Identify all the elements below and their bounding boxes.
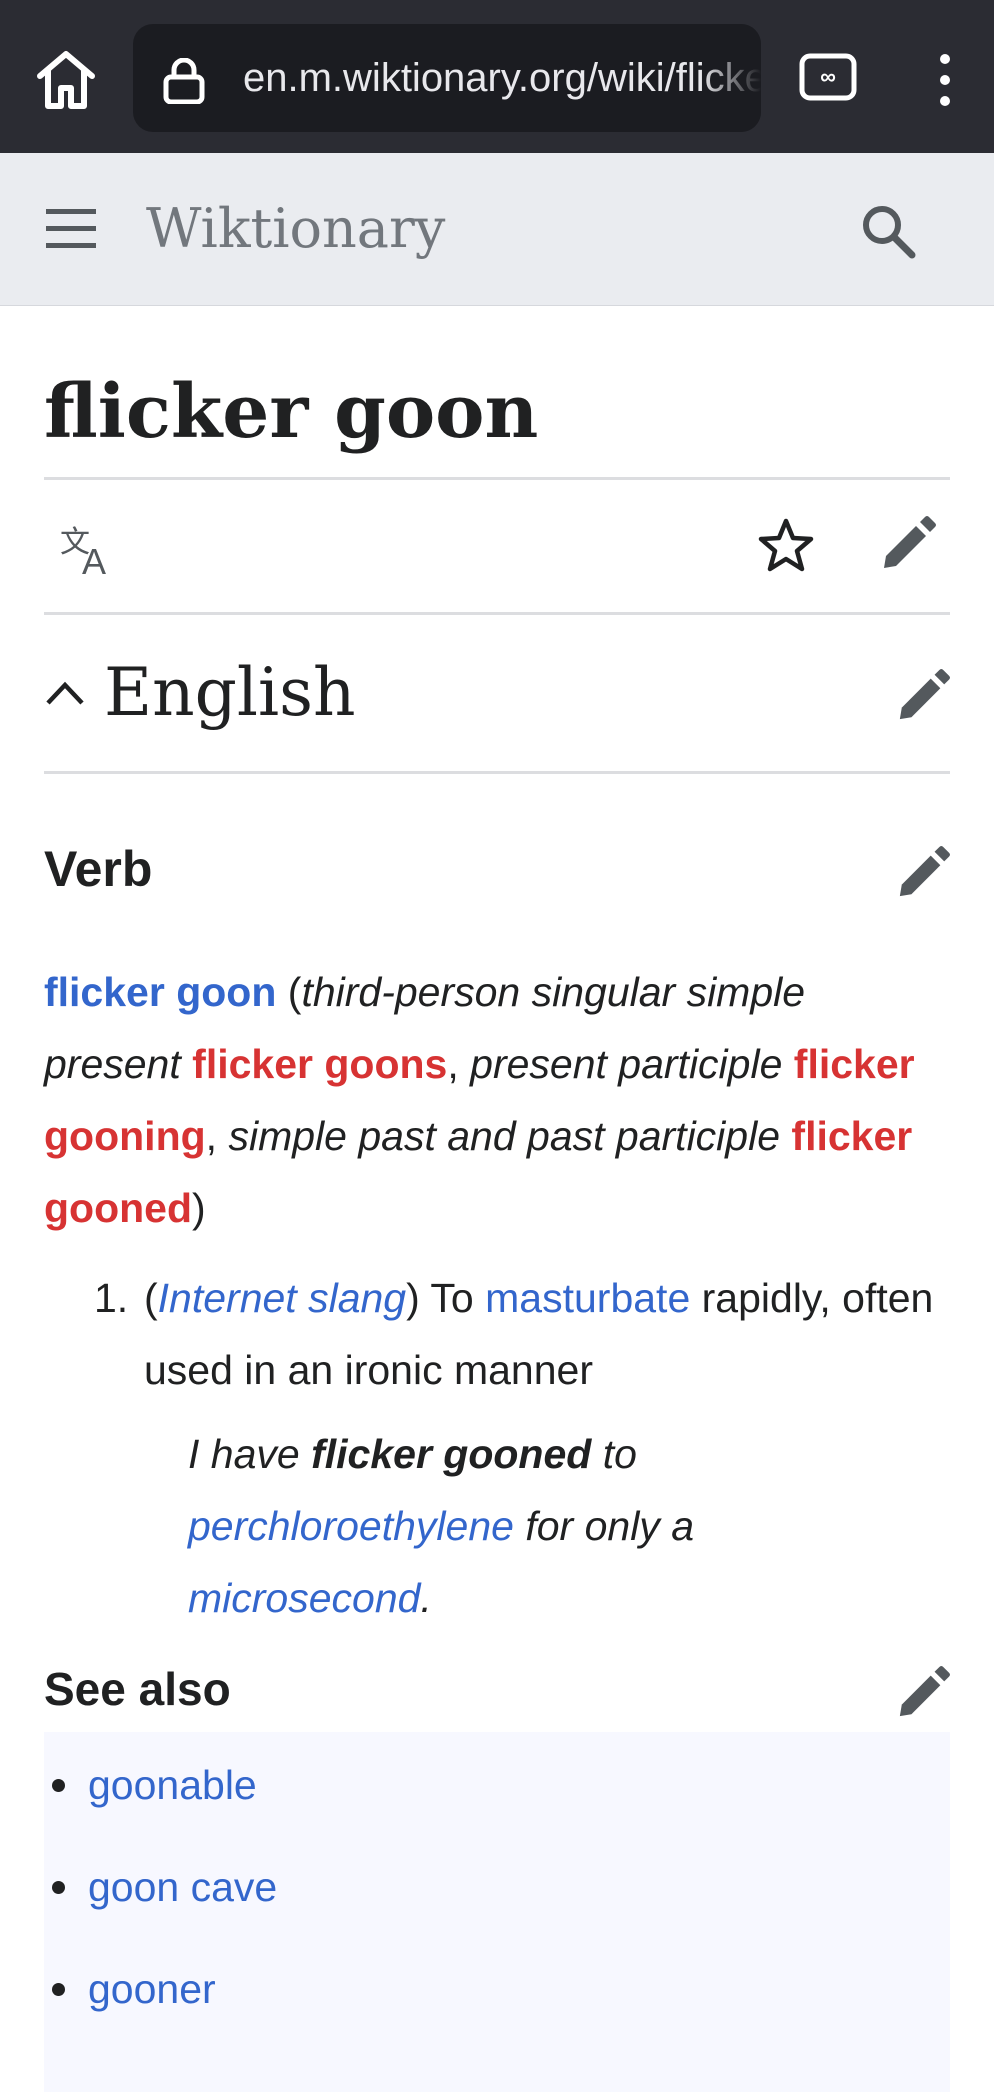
hamburger-icon[interactable] bbox=[44, 205, 98, 251]
see-also-heading-row: See also bbox=[44, 1646, 950, 1732]
example-text: to bbox=[602, 1431, 637, 1477]
site-logo[interactable]: Wiktionary bbox=[146, 153, 445, 305]
form2-label: present participle bbox=[470, 1041, 783, 1087]
example-bold: flicker gooned bbox=[311, 1431, 592, 1477]
tabs-icon[interactable]: ∞ bbox=[798, 52, 858, 102]
verb-heading: Verb bbox=[44, 841, 153, 897]
form3-label: simple past and past participle bbox=[228, 1113, 781, 1159]
chevron-up-icon[interactable] bbox=[44, 677, 86, 707]
search-icon[interactable] bbox=[860, 203, 916, 259]
page-title: flicker goon bbox=[44, 305, 950, 480]
list-item: goon cave bbox=[44, 1848, 950, 1950]
url-fade bbox=[701, 24, 761, 132]
see-also-list: goonable goon cave gooner bbox=[44, 1732, 950, 2092]
page-content: flicker goon 文 A English Verb flicker go bbox=[44, 305, 950, 2092]
browser-toolbar: en.m.wiktionary.org/wiki/flicker_goon ∞ bbox=[0, 0, 994, 153]
label-open: ( bbox=[144, 1275, 158, 1321]
edit-icon[interactable] bbox=[896, 846, 950, 900]
edit-icon[interactable] bbox=[880, 516, 936, 572]
page-actions: 文 A bbox=[44, 480, 950, 615]
see-also-link[interactable]: goon cave bbox=[88, 1864, 277, 1910]
url-text[interactable]: en.m.wiktionary.org/wiki/flicker_goon bbox=[243, 24, 761, 132]
menu-icon[interactable] bbox=[925, 52, 965, 108]
headword-link[interactable]: flicker goon bbox=[44, 969, 276, 1015]
svg-text:∞: ∞ bbox=[820, 64, 836, 89]
list-item: goonable bbox=[44, 1746, 950, 1848]
headword-line: flicker goon (third-person singular simp… bbox=[44, 956, 950, 1244]
form1-link[interactable]: flicker goons bbox=[192, 1041, 447, 1087]
section-title: English bbox=[104, 654, 356, 731]
edit-icon[interactable] bbox=[896, 1666, 950, 1720]
address-bar[interactable]: en.m.wiktionary.org/wiki/flicker_goon bbox=[133, 24, 761, 132]
definition-link[interactable]: masturbate bbox=[485, 1275, 690, 1321]
language-icon[interactable]: 文 A bbox=[58, 522, 118, 578]
separator: , bbox=[205, 1113, 218, 1159]
star-icon[interactable] bbox=[756, 516, 816, 576]
edit-icon[interactable] bbox=[896, 669, 950, 723]
definition-number: 1. bbox=[94, 1275, 129, 1321]
see-also-heading: See also bbox=[44, 1663, 231, 1715]
see-also-link[interactable]: goonable bbox=[88, 1762, 257, 1808]
usage-example: I have flicker gooned to perchloroethylen… bbox=[188, 1418, 950, 1634]
example-text: for only a bbox=[525, 1503, 695, 1549]
example-text: . bbox=[420, 1575, 432, 1621]
open-paren: ( bbox=[287, 969, 302, 1015]
label-close: ) bbox=[406, 1275, 420, 1321]
see-also-link[interactable]: gooner bbox=[88, 1966, 216, 2012]
example-link[interactable]: microsecond bbox=[188, 1575, 420, 1621]
definition-item: 1. (Internet slang) To masturbate rapidly… bbox=[44, 1262, 950, 1406]
lock-icon[interactable] bbox=[163, 58, 205, 104]
label-link[interactable]: Internet slang bbox=[158, 1275, 406, 1321]
svg-text:A: A bbox=[82, 541, 106, 578]
verb-heading-row: Verb bbox=[44, 774, 950, 924]
close-paren: ) bbox=[192, 1185, 206, 1231]
example-text: I have bbox=[188, 1431, 300, 1477]
definition-list: 1. (Internet slang) To masturbate rapidly… bbox=[44, 1262, 950, 1406]
home-icon[interactable] bbox=[30, 44, 102, 116]
separator: , bbox=[447, 1041, 459, 1087]
section-english[interactable]: English bbox=[44, 615, 950, 774]
example-link[interactable]: perchloroethylene bbox=[188, 1503, 514, 1549]
list-item: gooner bbox=[44, 1950, 950, 2052]
definition-text: To bbox=[430, 1275, 474, 1321]
site-header: Wiktionary bbox=[0, 153, 994, 306]
